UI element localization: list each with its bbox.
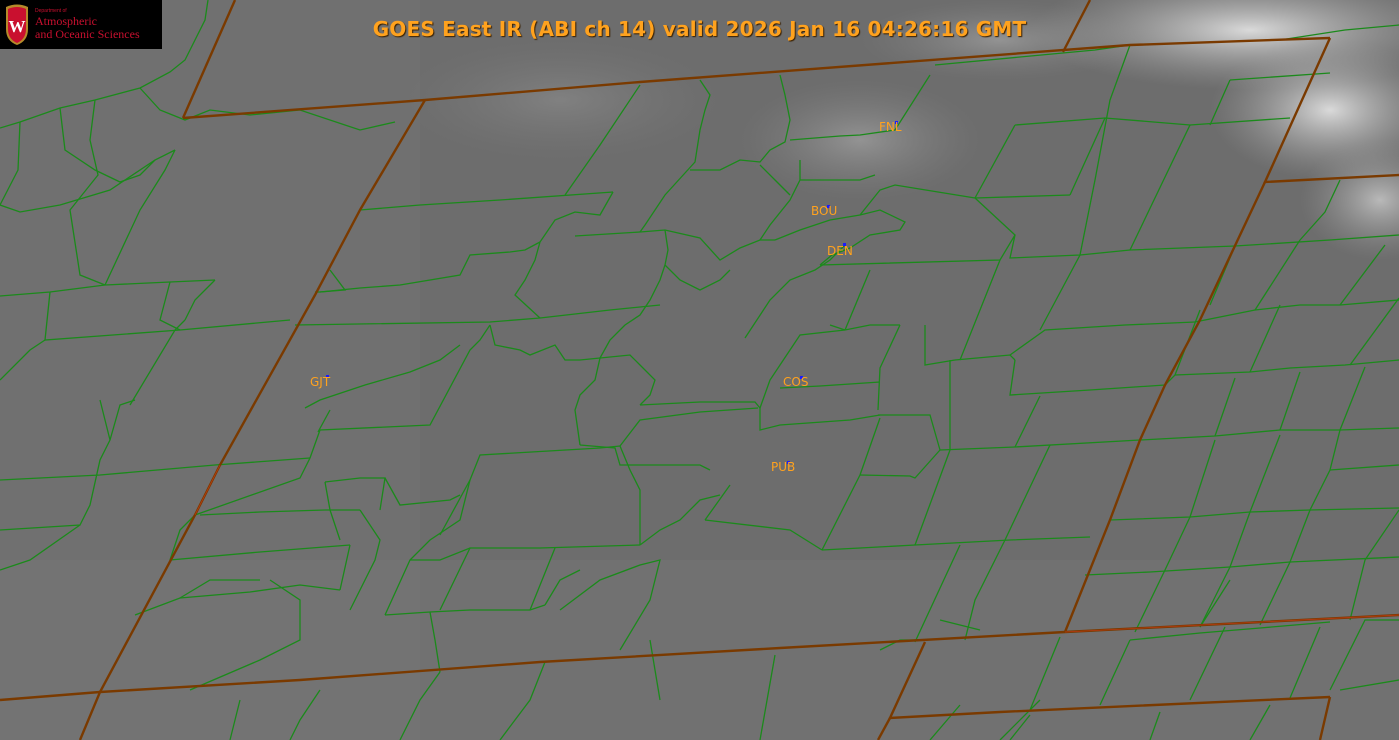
shield-icon: W <box>6 4 28 45</box>
image-title: GOES East IR (ABI ch 14) valid 2026 Jan … <box>372 17 1027 41</box>
ir-tone-bottom <box>0 560 1399 740</box>
station-label-pub: PUB <box>771 460 795 474</box>
station-label-cos: COS <box>783 375 808 389</box>
station-label-den: DEN <box>827 244 853 258</box>
station-label-fnl: FNL <box>879 120 902 134</box>
station-label-gjt: GJT <box>310 375 331 389</box>
station-label-bou: BOU <box>811 204 837 218</box>
satellite-map: FNL BOU DEN GJT COS PUB <box>0 0 1399 740</box>
university-logo[interactable]: W Department of Atmospheric and Oceanic … <box>0 0 162 49</box>
logo-title-line2: and Oceanic Sciences <box>35 27 140 41</box>
svg-text:W: W <box>9 17 26 36</box>
